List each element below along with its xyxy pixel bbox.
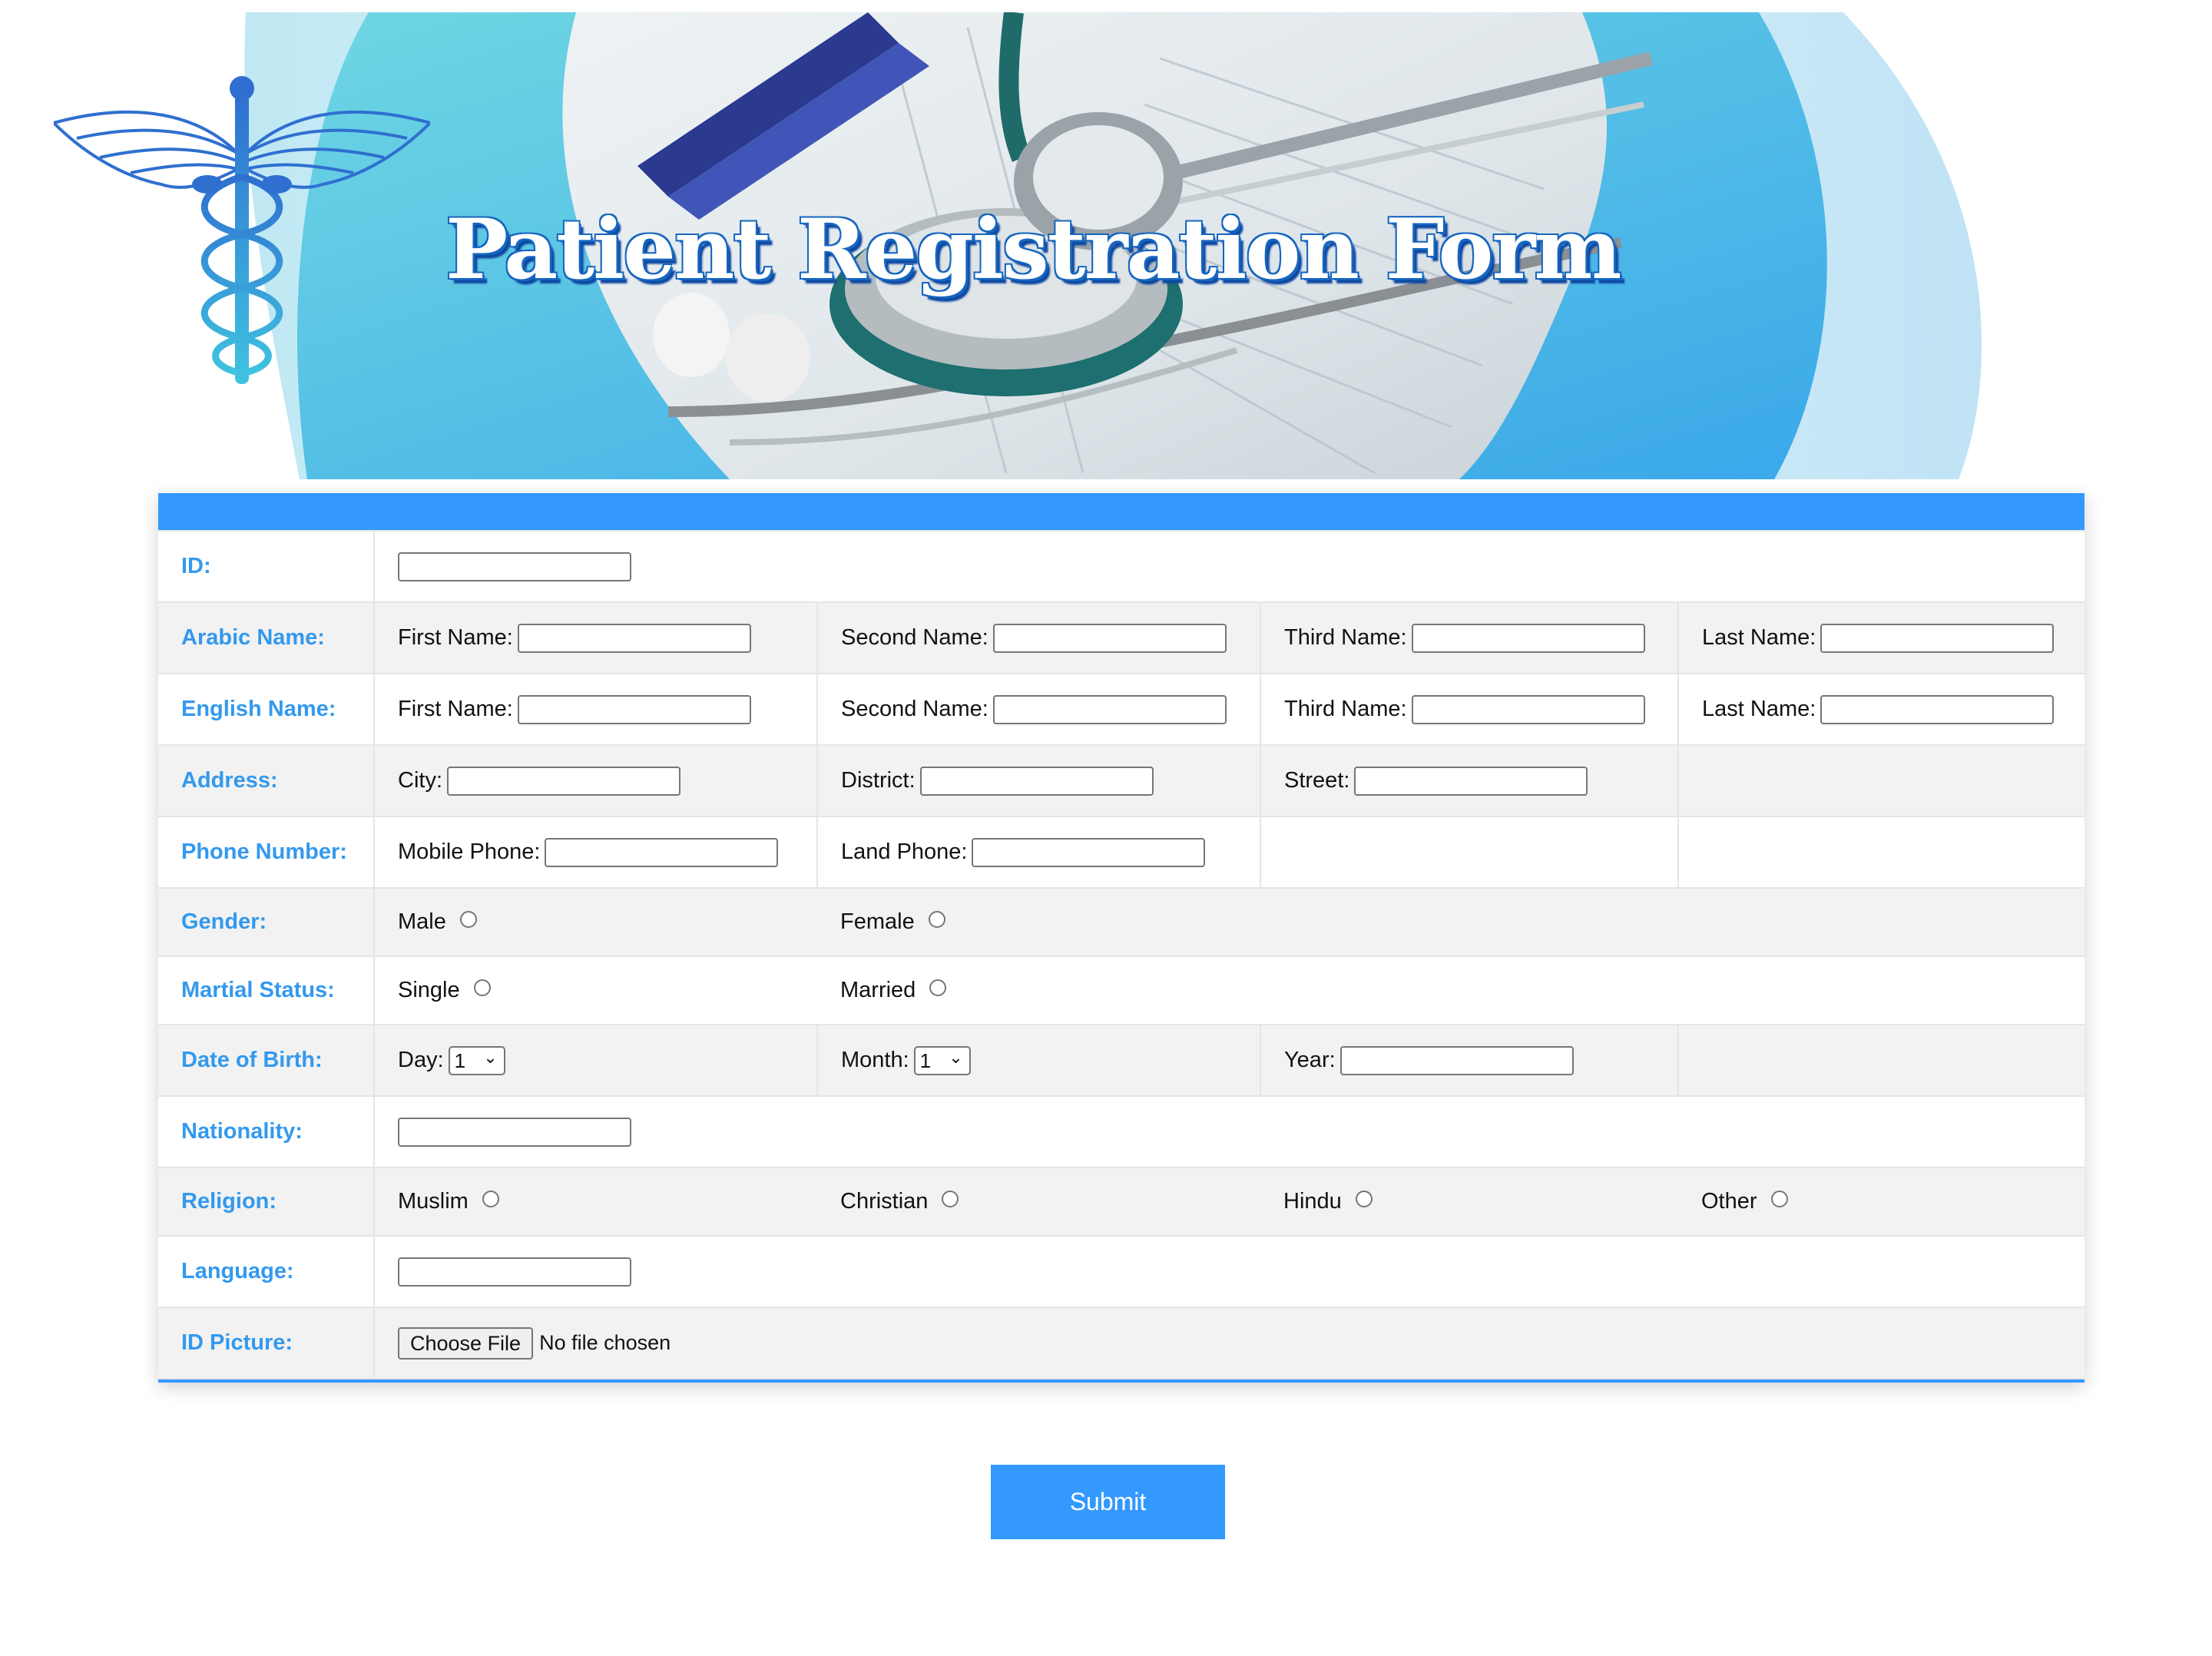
chevron-down-icon: ⌄ bbox=[483, 1047, 498, 1067]
religion-other-radio[interactable] bbox=[1770, 1190, 1788, 1207]
arabic-second-name-input[interactable] bbox=[992, 623, 1227, 653]
english-first-name-label: First Name: bbox=[398, 697, 513, 721]
label-english-name: English Name: bbox=[158, 673, 375, 746]
english-last-name-label: Last Name: bbox=[1702, 697, 1816, 721]
arabic-third-name-label: Third Name: bbox=[1284, 625, 1407, 650]
label-id: ID: bbox=[158, 530, 375, 603]
label-date-of-birth: Date of Birth: bbox=[158, 1024, 375, 1097]
district-label: District: bbox=[841, 768, 916, 793]
label-arabic-name: Arabic Name: bbox=[158, 601, 375, 674]
english-second-name-input[interactable] bbox=[992, 694, 1227, 724]
religion-muslim-radio[interactable] bbox=[482, 1190, 499, 1207]
marital-single-radio[interactable] bbox=[473, 979, 491, 996]
month-select-value: 1 bbox=[919, 1048, 932, 1072]
registration-form: ID: Arabic Name: First Name: Second Name… bbox=[158, 493, 2085, 1383]
form-table: ID: Arabic Name: First Name: Second Name… bbox=[158, 530, 2085, 1379]
row-religion: Religion: Muslim Christian Hindu Other bbox=[158, 1167, 2085, 1237]
label-phone: Phone Number: bbox=[158, 816, 375, 889]
file-status-text: No file chosen bbox=[539, 1331, 671, 1354]
day-select[interactable]: 1 ⌄ bbox=[448, 1045, 505, 1075]
label-id-picture: ID Picture: bbox=[158, 1307, 375, 1379]
city-input[interactable] bbox=[447, 766, 680, 796]
row-address: Address: City: District: Street: bbox=[158, 744, 2085, 817]
gender-female-label: Female bbox=[840, 909, 915, 935]
day-label: Day: bbox=[398, 1048, 444, 1072]
row-nationality: Nationality: bbox=[158, 1095, 2085, 1168]
arabic-first-name-input[interactable] bbox=[517, 623, 751, 653]
religion-hindu-radio[interactable] bbox=[1355, 1190, 1373, 1207]
marital-married-label: Married bbox=[840, 978, 916, 1003]
arabic-second-name-label: Second Name: bbox=[841, 625, 988, 650]
row-language: Language: bbox=[158, 1235, 2085, 1308]
arabic-first-name-label: First Name: bbox=[398, 625, 513, 650]
caduceus-icon bbox=[54, 76, 430, 384]
label-language: Language: bbox=[158, 1235, 375, 1308]
row-english-name: English Name: First Name: Second Name: T… bbox=[158, 673, 2085, 746]
label-gender: Gender: bbox=[158, 887, 375, 957]
page-title: Patient Registration Form bbox=[445, 201, 1622, 298]
row-arabic-name: Arabic Name: First Name: Second Name: Th… bbox=[158, 601, 2085, 674]
arabic-last-name-label: Last Name: bbox=[1702, 625, 1816, 650]
english-third-name-input[interactable] bbox=[1411, 694, 1645, 724]
religion-hindu-label: Hindu bbox=[1283, 1189, 1342, 1214]
label-marital-status: Martial Status: bbox=[158, 956, 375, 1025]
row-gender: Gender: Male Female bbox=[158, 887, 2085, 957]
row-date-of-birth: Date of Birth: Day: 1 ⌄ Month: 1 ⌄ Year: bbox=[158, 1024, 2085, 1097]
english-first-name-input[interactable] bbox=[517, 694, 751, 724]
land-phone-label: Land Phone: bbox=[841, 840, 968, 864]
street-input[interactable] bbox=[1354, 766, 1588, 796]
land-phone-input[interactable] bbox=[972, 837, 1206, 867]
day-select-value: 1 bbox=[454, 1048, 466, 1072]
language-input[interactable] bbox=[398, 1257, 631, 1287]
english-third-name-label: Third Name: bbox=[1284, 697, 1407, 721]
choose-file-button[interactable]: Choose File bbox=[398, 1326, 534, 1360]
row-id: ID: bbox=[158, 530, 2085, 603]
year-input[interactable] bbox=[1339, 1045, 1574, 1075]
religion-christian-radio[interactable] bbox=[942, 1190, 959, 1207]
mobile-phone-label: Mobile Phone: bbox=[398, 840, 541, 864]
gender-male-radio[interactable] bbox=[459, 910, 477, 928]
form-header-bar bbox=[158, 493, 2085, 530]
id-input[interactable] bbox=[398, 551, 631, 581]
marital-married-radio[interactable] bbox=[929, 979, 947, 996]
label-religion: Religion: bbox=[158, 1167, 375, 1237]
row-phone: Phone Number: Mobile Phone: Land Phone: bbox=[158, 816, 2085, 889]
row-id-picture: ID Picture: Choose File No file chosen bbox=[158, 1307, 2085, 1379]
label-address: Address: bbox=[158, 744, 375, 817]
district-input[interactable] bbox=[919, 766, 1154, 796]
marital-single-label: Single bbox=[398, 978, 460, 1003]
arabic-third-name-input[interactable] bbox=[1411, 623, 1645, 653]
month-select[interactable]: 1 ⌄ bbox=[913, 1045, 971, 1075]
year-label: Year: bbox=[1284, 1048, 1336, 1072]
english-last-name-input[interactable] bbox=[1820, 694, 2055, 724]
row-marital-status: Martial Status: Single Married bbox=[158, 956, 2085, 1025]
city-label: City: bbox=[398, 768, 442, 793]
month-label: Month: bbox=[841, 1048, 909, 1072]
english-second-name-label: Second Name: bbox=[841, 697, 988, 721]
street-label: Street: bbox=[1284, 768, 1350, 793]
arabic-last-name-input[interactable] bbox=[1820, 623, 2055, 653]
label-nationality: Nationality: bbox=[158, 1095, 375, 1168]
gender-male-label: Male bbox=[398, 909, 446, 935]
religion-other-label: Other bbox=[1701, 1189, 1757, 1214]
gender-female-radio[interactable] bbox=[928, 910, 945, 928]
religion-christian-label: Christian bbox=[840, 1189, 929, 1214]
submit-button[interactable]: Submit bbox=[991, 1465, 1225, 1539]
mobile-phone-input[interactable] bbox=[545, 837, 779, 867]
religion-muslim-label: Muslim bbox=[398, 1189, 469, 1214]
chevron-down-icon: ⌄ bbox=[949, 1047, 963, 1067]
nationality-input[interactable] bbox=[398, 1117, 631, 1147]
